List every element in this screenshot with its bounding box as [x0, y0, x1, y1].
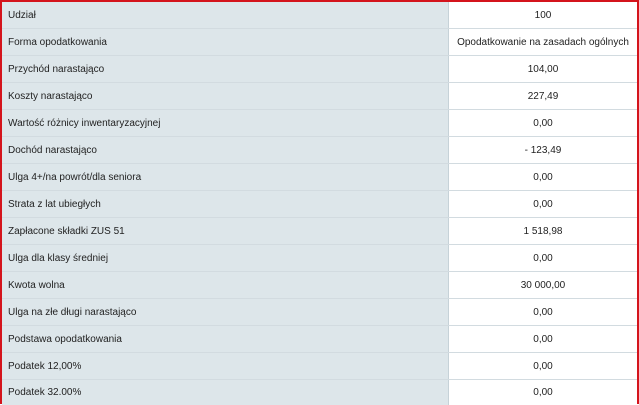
- row-value-udzial: 100: [449, 2, 638, 29]
- row-label-podatek-32: Podatek 32.00%: [2, 380, 449, 405]
- table-row: Ulga 4+/na powrót/dla seniora 0,00: [2, 164, 637, 191]
- table-row: Podatek 32.00% 0,00: [2, 380, 637, 405]
- table-row: Udział 100: [2, 2, 637, 29]
- tax-summary-table: Udział 100 Forma opodatkowania Opodatkow…: [2, 2, 637, 405]
- row-label-ulga-klasa-srednia: Ulga dla klasy średniej: [2, 245, 449, 272]
- row-value-forma-opodatkowania: Opodatkowanie na zasadach ogólnych: [449, 29, 638, 56]
- row-label-udzial: Udział: [2, 2, 449, 29]
- table-row: Forma opodatkowania Opodatkowanie na zas…: [2, 29, 637, 56]
- row-value-ulga-klasa-srednia: 0,00: [449, 245, 638, 272]
- row-label-dochod: Dochód narastająco: [2, 137, 449, 164]
- row-value-podatek-32: 0,00: [449, 380, 638, 405]
- table-row: Podatek 12,00% 0,00: [2, 353, 637, 380]
- row-value-kwota-wolna: 30 000,00: [449, 272, 638, 299]
- row-value-dochod: - 123,49: [449, 137, 638, 164]
- table-row: Podstawa opodatkowania 0,00: [2, 326, 637, 353]
- row-label-podstawa-opodatkowania: Podstawa opodatkowania: [2, 326, 449, 353]
- row-value-przychod: 104,00: [449, 56, 638, 83]
- row-label-podatek-12: Podatek 12,00%: [2, 353, 449, 380]
- table-row: Ulga dla klasy średniej 0,00: [2, 245, 637, 272]
- row-value-strata: 0,00: [449, 191, 638, 218]
- tax-summary-panel: Udział 100 Forma opodatkowania Opodatkow…: [0, 0, 639, 404]
- row-value-roznica-inwentaryzacyjna: 0,00: [449, 110, 638, 137]
- row-label-forma-opodatkowania: Forma opodatkowania: [2, 29, 449, 56]
- table-row: Zapłacone składki ZUS 51 1 518,98: [2, 218, 637, 245]
- row-value-podstawa-opodatkowania: 0,00: [449, 326, 638, 353]
- row-label-koszty: Koszty narastająco: [2, 83, 449, 110]
- row-label-skladki-zus: Zapłacone składki ZUS 51: [2, 218, 449, 245]
- row-value-koszty: 227,49: [449, 83, 638, 110]
- table-row: Ulga na złe długi narastająco 0,00: [2, 299, 637, 326]
- table-row: Kwota wolna 30 000,00: [2, 272, 637, 299]
- table-row: Wartość różnicy inwentaryzacyjnej 0,00: [2, 110, 637, 137]
- row-value-skladki-zus: 1 518,98: [449, 218, 638, 245]
- row-label-ulga-4plus: Ulga 4+/na powrót/dla seniora: [2, 164, 449, 191]
- table-row: Koszty narastająco 227,49: [2, 83, 637, 110]
- table-row: Strata z lat ubiegłych 0,00: [2, 191, 637, 218]
- row-value-ulga-4plus: 0,00: [449, 164, 638, 191]
- table-row: Dochód narastająco - 123,49: [2, 137, 637, 164]
- row-label-roznica-inwentaryzacyjna: Wartość różnicy inwentaryzacyjnej: [2, 110, 449, 137]
- row-label-przychod: Przychód narastająco: [2, 56, 449, 83]
- row-label-ulga-zle-dlugi: Ulga na złe długi narastająco: [2, 299, 449, 326]
- row-value-ulga-zle-dlugi: 0,00: [449, 299, 638, 326]
- table-row: Przychód narastająco 104,00: [2, 56, 637, 83]
- row-value-podatek-12: 0,00: [449, 353, 638, 380]
- row-label-kwota-wolna: Kwota wolna: [2, 272, 449, 299]
- row-label-strata: Strata z lat ubiegłych: [2, 191, 449, 218]
